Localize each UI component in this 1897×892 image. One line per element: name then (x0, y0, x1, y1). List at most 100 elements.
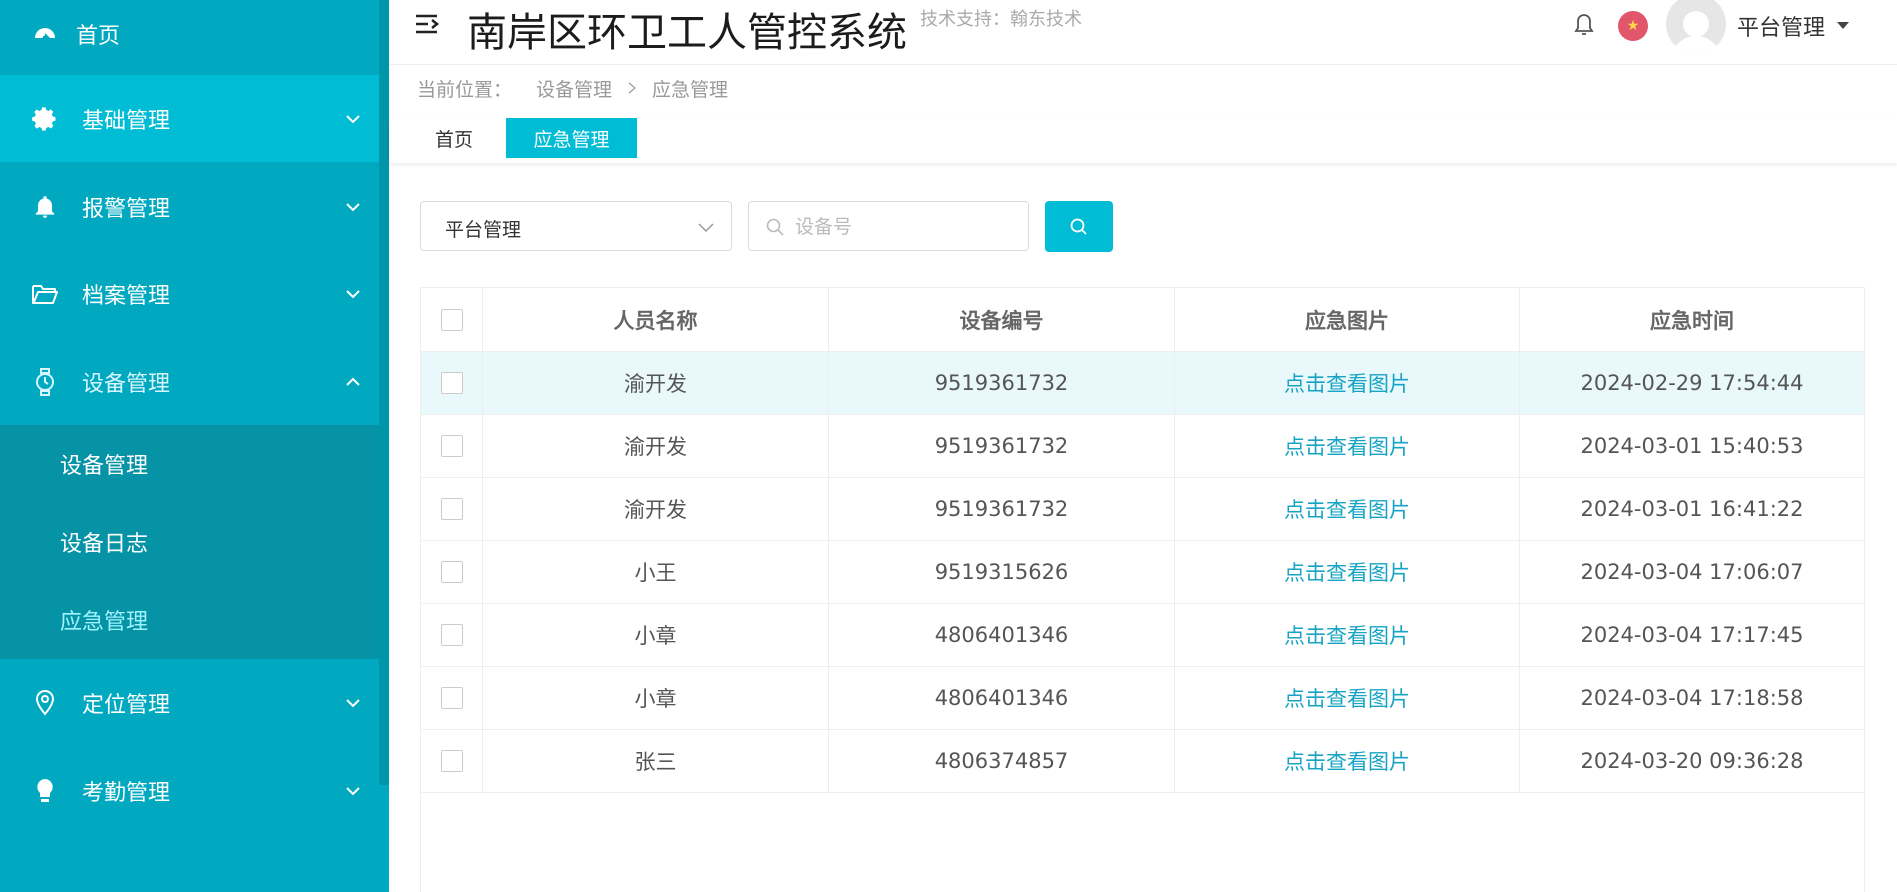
header-checkbox-cell (421, 288, 483, 351)
view-image-link[interactable]: 点击查看图片 (1175, 352, 1520, 414)
sidebar-scrollbar[interactable] (379, 0, 389, 785)
row-checkbox[interactable] (440, 624, 463, 646)
cell-name: 渝开发 (483, 352, 829, 414)
sidebar-item-label: 考勤管理 (82, 780, 171, 806)
caret-down-icon[interactable] (1836, 18, 1850, 32)
device-search-input[interactable] (795, 212, 1015, 242)
row-checkbox-cell (421, 541, 483, 603)
view-image-link[interactable]: 点击查看图片 (1175, 667, 1520, 729)
column-header-name: 人员名称 (483, 288, 829, 351)
sidebar-item-location[interactable]: 定位管理 (0, 659, 379, 746)
chevron-down-icon (346, 698, 360, 707)
column-header-time: 应急时间 (1650, 308, 1734, 333)
tab-home[interactable]: 首页 (419, 118, 489, 158)
sidebar-item-home[interactable]: 首页 (0, 0, 379, 77)
submenu-item-emergency[interactable]: 应急管理 (60, 604, 148, 636)
page-title: 南岸区环卫工人管控系统 (467, 10, 907, 56)
view-image-link[interactable]: 点击查看图片 (1175, 604, 1520, 666)
chevron-down-icon (346, 114, 360, 123)
platform-select[interactable]: 平台管理 (420, 201, 732, 251)
sidebar-item-label: 首页 (76, 23, 121, 49)
folder-icon (30, 279, 60, 309)
cell-time: 2024-03-01 15:40:53 (1580, 434, 1804, 458)
search-button[interactable] (1045, 201, 1113, 252)
tabs-bar: 首页 应急管理 (389, 118, 1897, 163)
cell-time: 2024-02-29 17:54:44 (1580, 371, 1804, 395)
row-checkbox-cell (421, 667, 483, 729)
submenu-item-device-manage[interactable]: 设备管理 (60, 448, 148, 480)
bell-icon (30, 192, 60, 222)
cell-name: 小章 (483, 604, 829, 666)
row-checkbox[interactable] (440, 498, 463, 520)
cell-device: 9519361732 (829, 478, 1175, 540)
tech-support-text: 技术支持：翰东技术 (920, 9, 1082, 30)
cell-device: 4806401346 (829, 667, 1175, 729)
view-image-link[interactable]: 点击查看图片 (1175, 541, 1520, 603)
row-checkbox-cell (421, 415, 483, 477)
row-checkbox[interactable] (440, 561, 463, 583)
top-header: 南岸区环卫工人管控系统 技术支持：翰东技术 ★ 平台管理 (389, 0, 1897, 65)
cell-device: 9519315626 (829, 541, 1175, 603)
sidebar-item-label: 基础管理 (82, 108, 171, 134)
avatar[interactable] (1666, 0, 1726, 54)
watch-icon (30, 367, 60, 397)
column-header-image: 应急图片 (1175, 288, 1520, 351)
device-search (748, 201, 1029, 251)
table-row[interactable]: 渝开发 9519361732 点击查看图片 2024-03-01 16:41:2… (421, 478, 1864, 541)
breadcrumb: 当前位置： 设备管理 应急管理 (417, 75, 728, 102)
china-flag-icon[interactable]: ★ (1618, 11, 1648, 41)
chevron-down-icon (346, 289, 360, 298)
sidebar-item-attendance[interactable]: 考勤管理 (0, 747, 379, 834)
row-checkbox[interactable] (440, 687, 463, 709)
table-row[interactable]: 小章 4806401346 点击查看图片 2024-03-04 17:17:45 (421, 604, 1864, 667)
sidebar: 首页 基础管理 报警管理 档案管理 设备管理 设备管理 设备日志 应急管理 定位… (0, 0, 389, 892)
breadcrumb-level2: 应急管理 (652, 79, 729, 101)
search-icon (766, 218, 784, 236)
row-checkbox[interactable] (440, 372, 463, 394)
row-checkbox[interactable] (440, 750, 463, 772)
select-all-checkbox[interactable] (440, 308, 463, 331)
cell-device: 4806374857 (829, 730, 1175, 792)
notification-bell-icon[interactable] (1572, 12, 1596, 38)
table-row[interactable]: 小章 4806401346 点击查看图片 2024-03-04 17:18:58 (421, 667, 1864, 730)
user-name[interactable]: 平台管理 (1737, 10, 1825, 42)
sidebar-item-label: 定位管理 (82, 692, 171, 718)
chevron-right-icon (626, 78, 638, 100)
cell-time: 2024-03-04 17:17:45 (1580, 623, 1804, 647)
view-image-link[interactable]: 点击查看图片 (1175, 415, 1520, 477)
cell-device: 9519361732 (829, 415, 1175, 477)
chevron-up-icon (346, 377, 360, 386)
sidebar-item-archive[interactable]: 档案管理 (0, 250, 379, 337)
cell-name: 渝开发 (483, 415, 829, 477)
sidebar-item-label: 报警管理 (82, 196, 171, 222)
table-row[interactable]: 渝开发 9519361732 点击查看图片 2024-02-29 17:54:4… (421, 352, 1864, 415)
sidebar-item-basic[interactable]: 基础管理 (0, 75, 379, 162)
table-row[interactable]: 张三 4806374857 点击查看图片 2024-03-20 09:36:28 (421, 730, 1864, 793)
cell-name: 小王 (483, 541, 829, 603)
cell-time: 2024-03-04 17:18:58 (1580, 686, 1804, 710)
table-row[interactable]: 小王 9519315626 点击查看图片 2024-03-04 17:06:07 (421, 541, 1864, 604)
cell-device: 9519361732 (829, 352, 1175, 414)
table-row[interactable]: 渝开发 9519361732 点击查看图片 2024-03-01 15:40:5… (421, 415, 1864, 478)
sidebar-item-label: 设备管理 (82, 371, 171, 397)
dashboard-icon (30, 19, 60, 49)
chevron-down-icon (698, 223, 714, 233)
view-image-link[interactable]: 点击查看图片 (1175, 478, 1520, 540)
submenu-item-device-log[interactable]: 设备日志 (60, 526, 148, 558)
row-checkbox[interactable] (440, 435, 463, 457)
breadcrumb-level1[interactable]: 设备管理 (536, 75, 612, 102)
chevron-down-icon (346, 786, 360, 795)
tab-emergency[interactable]: 应急管理 (506, 118, 637, 158)
sidebar-item-device[interactable]: 设备管理 (0, 338, 379, 425)
gear-icon (30, 104, 60, 134)
table-header-row: 人员名称 设备编号 应急图片 应急时间 (421, 288, 1864, 352)
sidebar-item-alarm[interactable]: 报警管理 (0, 163, 379, 250)
breadcrumb-prefix: 当前位置： (417, 79, 513, 101)
cell-name: 渝开发 (483, 478, 829, 540)
menu-toggle-icon[interactable] (415, 12, 441, 36)
sidebar-item-label: 档案管理 (82, 283, 171, 309)
cell-time: 2024-03-04 17:06:07 (1580, 560, 1804, 584)
emergency-table: 人员名称 设备编号 应急图片 应急时间 渝开发 9519361732 点击查看图… (420, 287, 1865, 892)
row-checkbox-cell (421, 730, 483, 792)
view-image-link[interactable]: 点击查看图片 (1175, 730, 1520, 792)
